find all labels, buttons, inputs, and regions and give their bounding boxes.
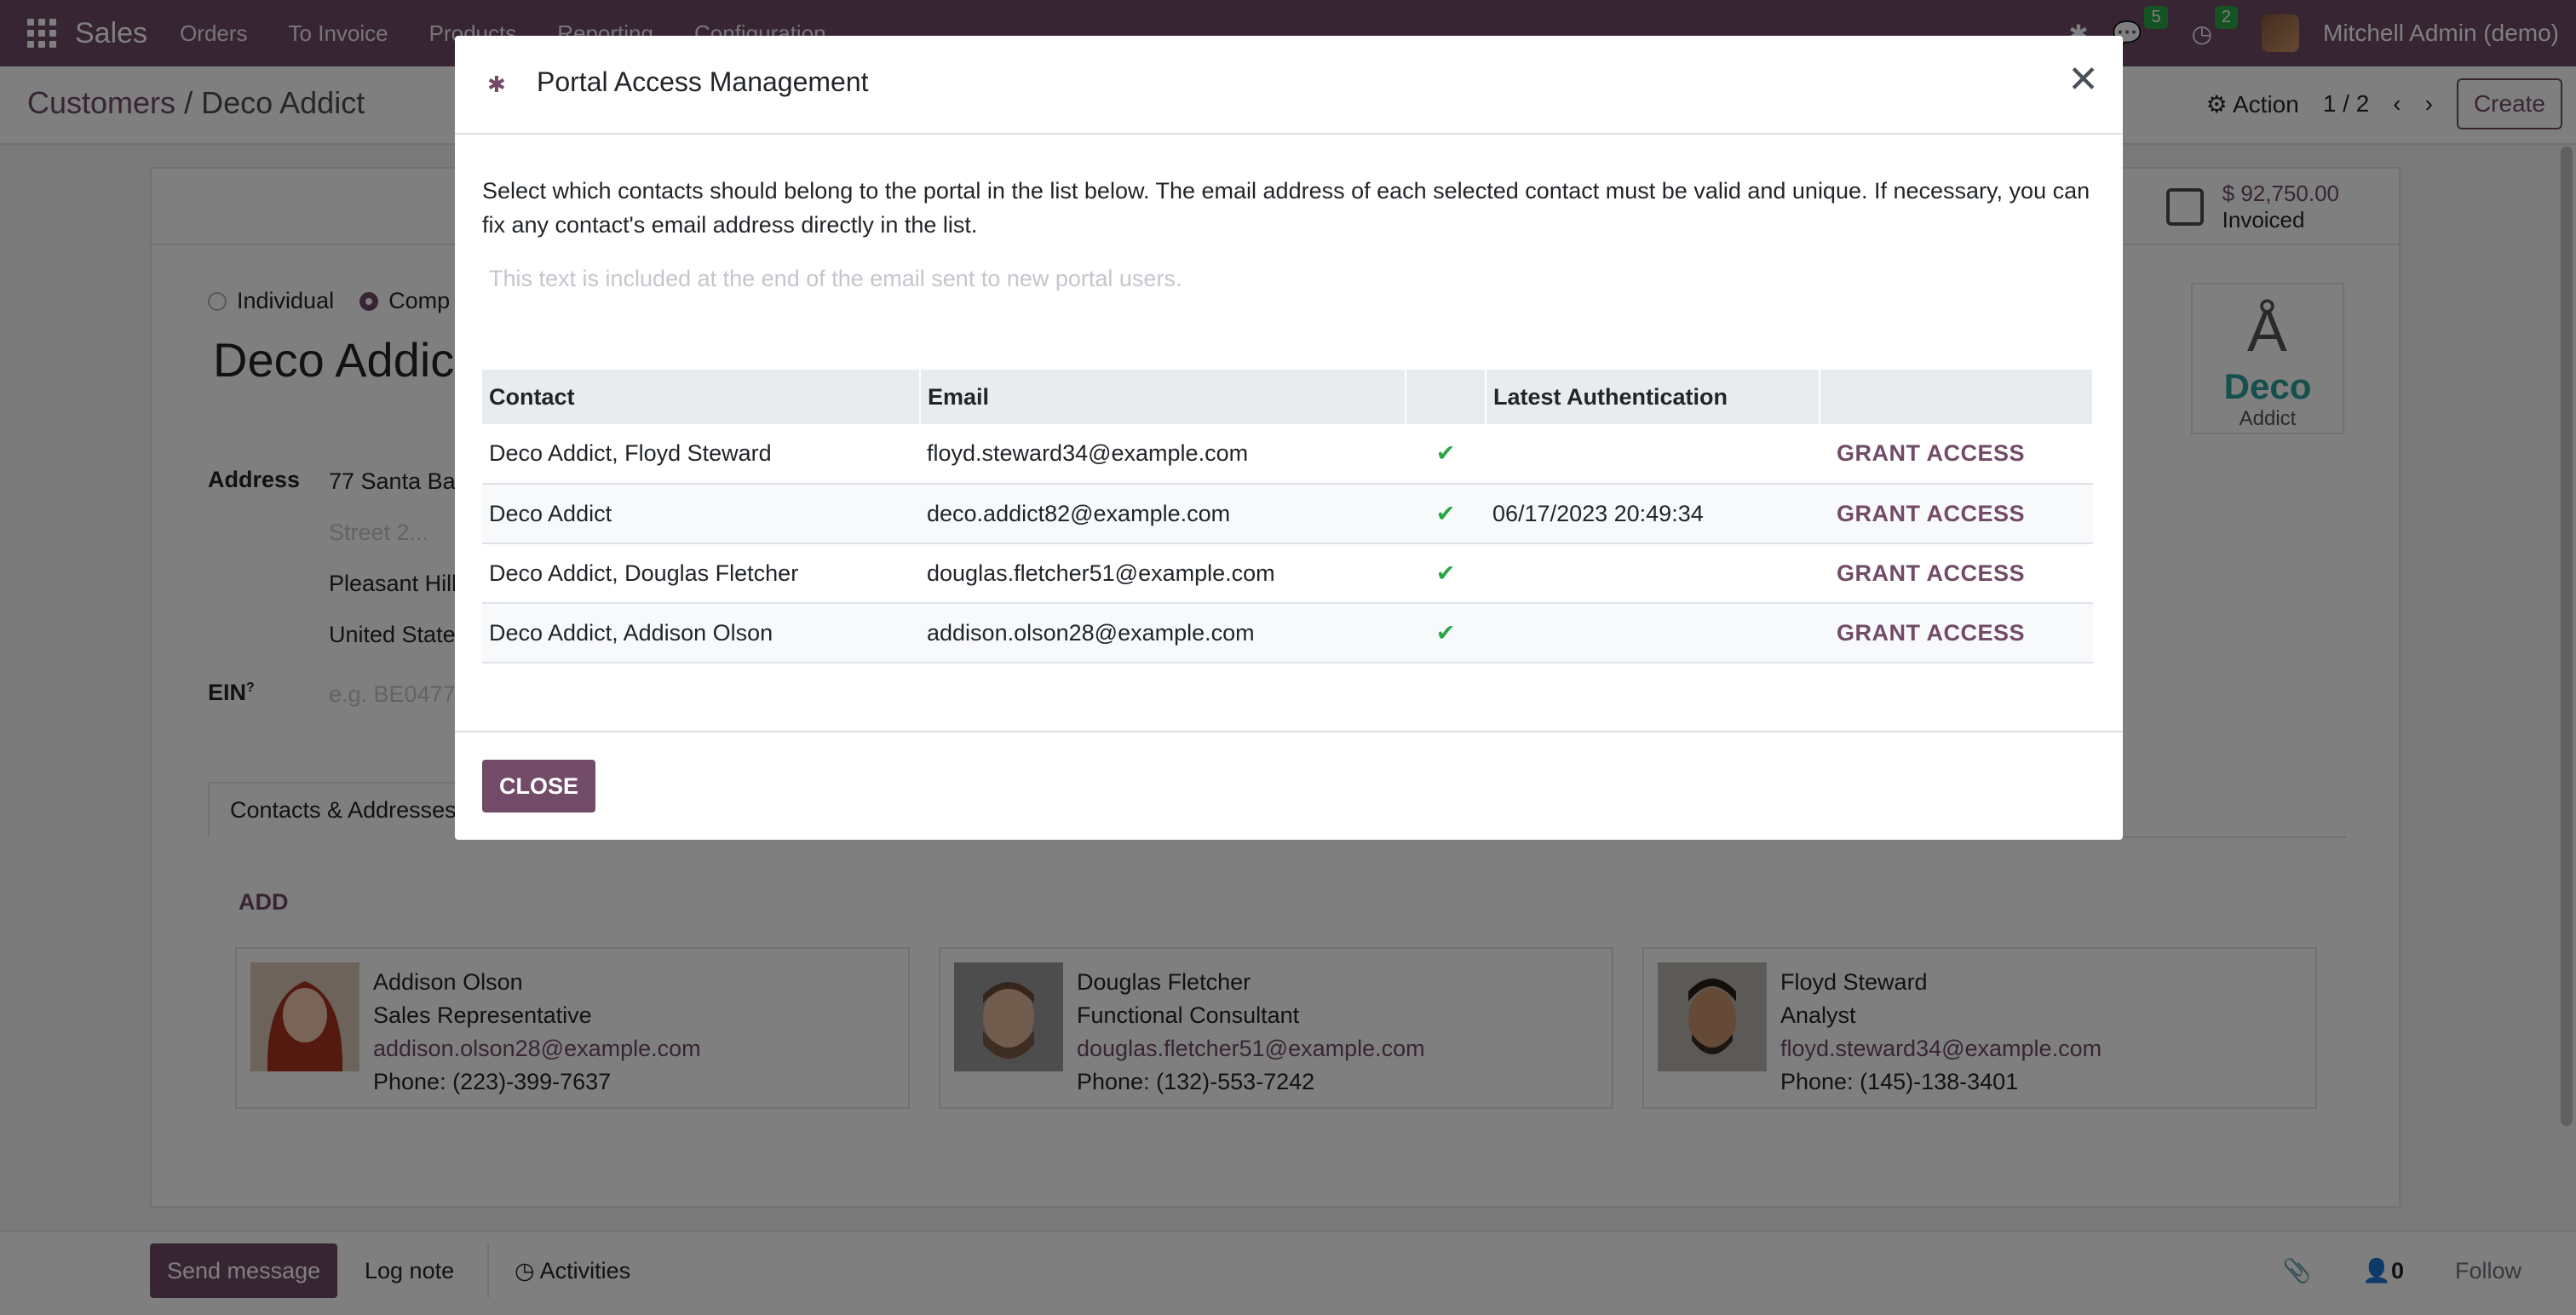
grant-access-button[interactable]: GRANT ACCESS: [1820, 543, 2093, 604]
cell-email[interactable]: addison.olson28@example.com: [920, 603, 1406, 663]
check-icon: ✔: [1406, 603, 1486, 663]
cell-latest-auth: 06/17/2023 20:49:34: [1486, 484, 1820, 544]
check-icon: ✔: [1406, 424, 1486, 485]
column-contact[interactable]: Contact: [482, 370, 921, 424]
column-latest-authentication[interactable]: Latest Authentication: [1486, 370, 1820, 424]
cell-latest-auth: [1486, 603, 1820, 663]
table-row[interactable]: Deco Addict, Addison Olson addison.olson…: [482, 603, 2093, 663]
check-icon: ✔: [1406, 484, 1486, 544]
cell-contact: Deco Addict, Floyd Steward: [482, 424, 920, 485]
grant-access-button[interactable]: GRANT ACCESS: [1820, 424, 2093, 485]
close-icon[interactable]: ✕: [2067, 58, 2099, 101]
column-email[interactable]: Email: [920, 370, 1406, 424]
table-row[interactable]: Deco Addict, Floyd Steward floyd.steward…: [482, 424, 2093, 485]
check-icon: ✔: [1406, 543, 1486, 604]
welcome-message-field[interactable]: This text is included at the end of the …: [489, 266, 1182, 292]
portal-users-table: Contact Email Latest Authentication Deco…: [482, 370, 2094, 663]
cell-contact: Deco Addict: [482, 484, 920, 544]
close-button[interactable]: CLOSE: [482, 760, 596, 813]
dialog-description: Select which contacts should belong to t…: [482, 178, 2090, 238]
dialog-title: Portal Access Management: [537, 66, 869, 97]
grant-access-button[interactable]: GRANT ACCESS: [1820, 484, 2093, 544]
cell-contact: Deco Addict, Douglas Fletcher: [482, 543, 920, 604]
cell-latest-auth: [1486, 424, 1820, 485]
bug-icon: ✱: [487, 72, 506, 97]
column-action: [1820, 370, 2094, 424]
cell-latest-auth: [1486, 543, 1820, 604]
cell-email[interactable]: deco.addict82@example.com: [920, 484, 1406, 544]
portal-access-dialog: ✱ Portal Access Management ✕ Select whic…: [455, 36, 2123, 840]
cell-email[interactable]: floyd.steward34@example.com: [920, 424, 1406, 485]
dialog-footer: CLOSE: [455, 731, 2123, 840]
table-header-row: Contact Email Latest Authentication: [482, 370, 2094, 424]
cell-contact: Deco Addict, Addison Olson: [482, 603, 920, 663]
cell-email[interactable]: douglas.fletcher51@example.com: [920, 543, 1406, 604]
table-row[interactable]: Deco Addict deco.addict82@example.com ✔ …: [482, 484, 2093, 544]
grant-access-button[interactable]: GRANT ACCESS: [1820, 603, 2093, 663]
column-in-portal: [1406, 370, 1486, 424]
dialog-header: ✱ Portal Access Management ✕: [455, 36, 2123, 135]
table-row[interactable]: Deco Addict, Douglas Fletcher douglas.fl…: [482, 543, 2093, 604]
